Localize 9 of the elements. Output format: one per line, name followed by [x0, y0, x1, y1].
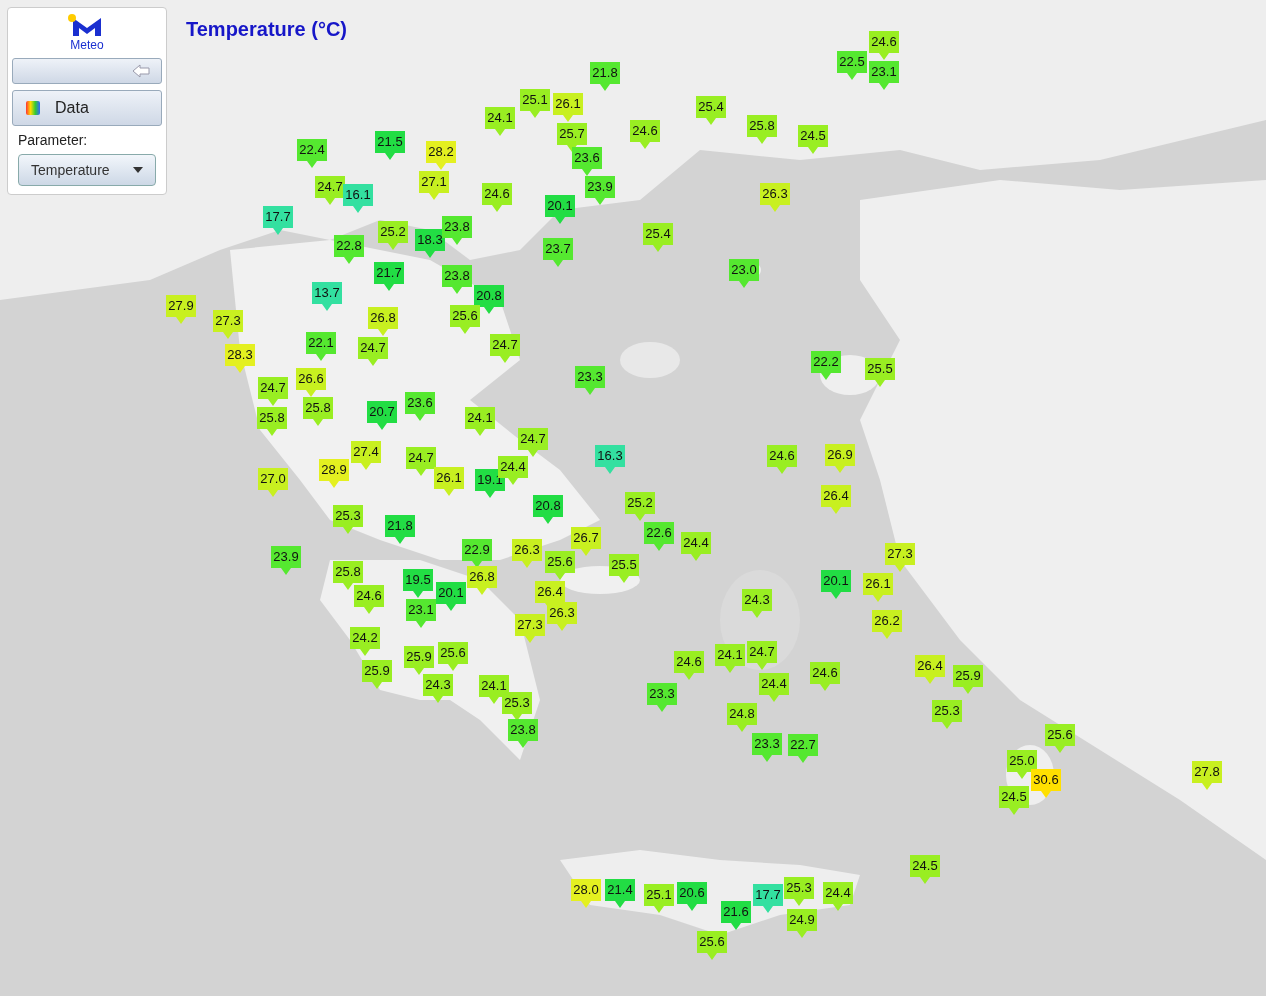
caret-icon [133, 167, 143, 173]
arrow-icon [131, 64, 151, 78]
palette-icon [25, 100, 41, 116]
parameter-label: Parameter: [17, 132, 89, 148]
parameter-dropdown[interactable]: Temperature [18, 154, 156, 186]
logo-text: Meteo [70, 38, 104, 52]
data-button[interactable]: Data [12, 90, 162, 126]
map-title: Temperature (°C) [186, 18, 347, 41]
collapse-button[interactable] [12, 58, 162, 84]
